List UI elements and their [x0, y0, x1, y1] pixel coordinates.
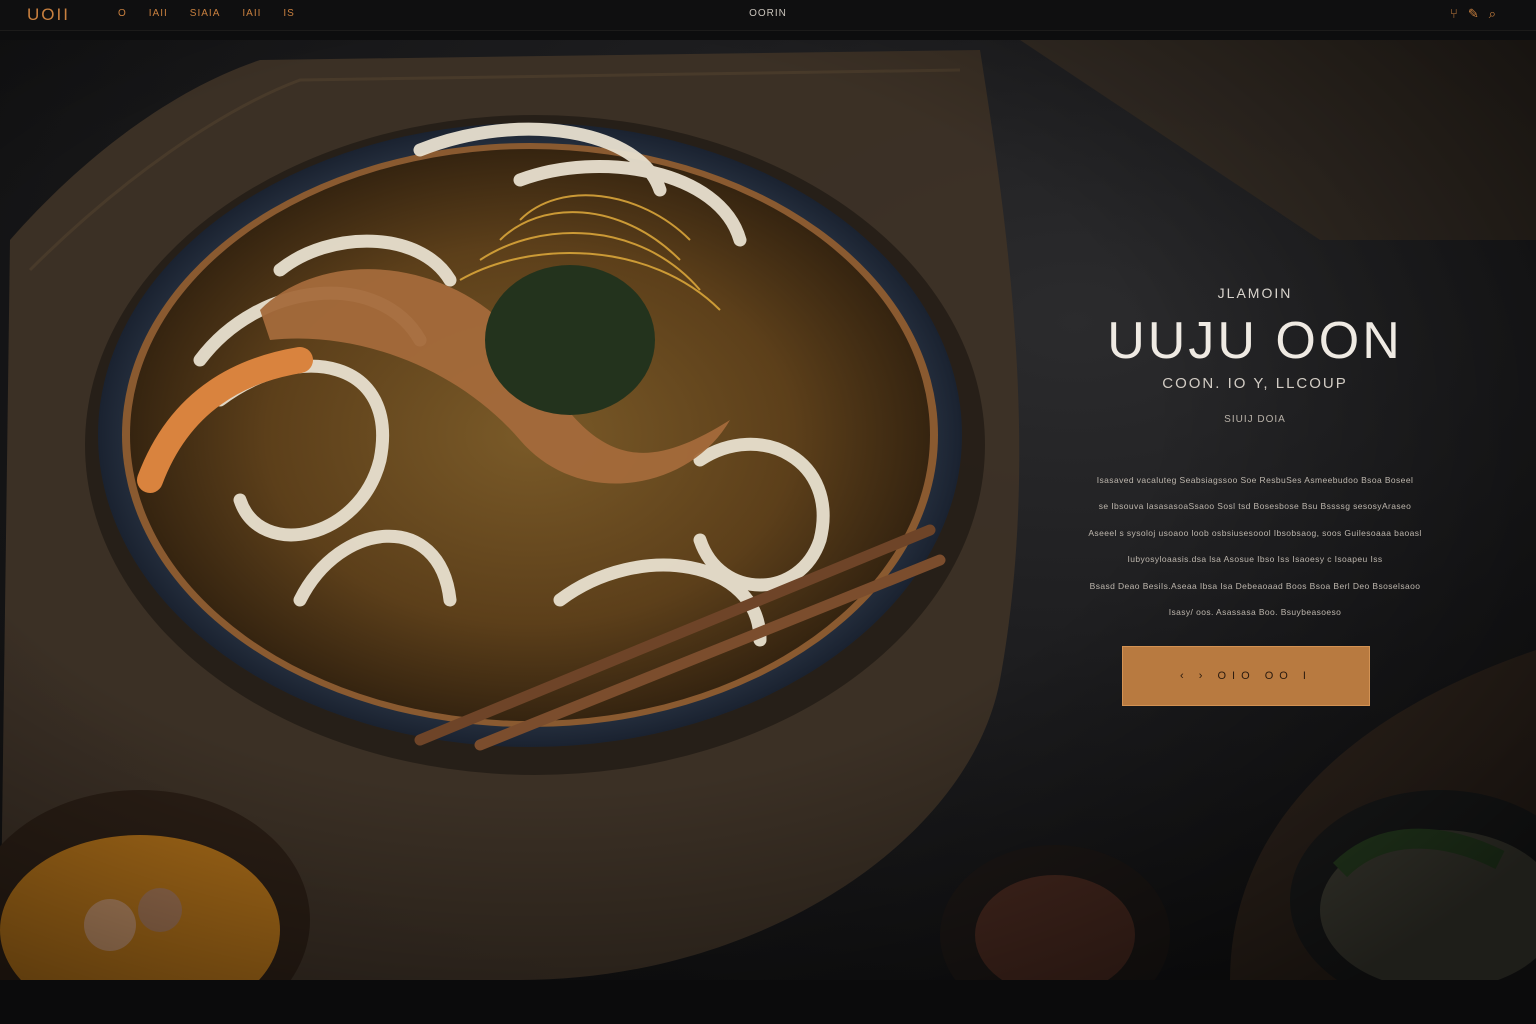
hero-tagline: SIUIJ DOIA [1224, 414, 1286, 425]
hero-section: JLAMOIN UUJU OON COON. IO Y, LLCOUP SIUI… [0, 40, 1536, 980]
header-icons: ⑂ ✎ ⌕ [1450, 6, 1496, 22]
edit-icon[interactable]: ✎ [1468, 6, 1479, 22]
description-line: Isasy/ oos. Asassasa Boo. Bsuybeasoeso [1168, 607, 1342, 618]
description-line: Isasaved vacaluteg Seabsiagssoo Soe Resb… [1096, 475, 1414, 485]
hero-headline: UUJU OON [1107, 312, 1403, 370]
site-title: OORIN [749, 8, 787, 19]
description-line: se Ibsouva lasasasoaSsaoo Sosl tsd Boses… [1098, 501, 1412, 512]
hero-eyebrow: JLAMOIN [1217, 285, 1293, 301]
description-line: Iubyosyloaasis.dsa lsa Asosue Ibso Iss I… [1127, 554, 1383, 565]
description-line: Aseeel s sysoloj usoaoo loob osbsiusesoo… [1088, 527, 1422, 538]
bottom-bar [0, 980, 1536, 1024]
hero-subhead: COON. IO Y, LLCOUP [1162, 375, 1348, 392]
top-navigation-bar: UOII O IAII SIAIA IAII IS OORIN ⑂ ✎ ⌕ [0, 0, 1536, 31]
description-line: Bsasd Deao BesiIs.Aseaa Ibsa Isa Debeaoa… [1089, 580, 1421, 591]
hero-copy: JLAMOIN UUJU OON COON. IO Y, LLCOUP SIUI… [1040, 285, 1470, 625]
cta-button[interactable]: ‹ › OIO OO I [1122, 646, 1370, 706]
search-icon[interactable]: ⌕ [1489, 6, 1496, 22]
hero-description: Isasaved vacaluteg Seabsiagssoo Soe Resb… [1040, 467, 1470, 625]
menu-fork-icon[interactable]: ⑂ [1450, 6, 1458, 22]
